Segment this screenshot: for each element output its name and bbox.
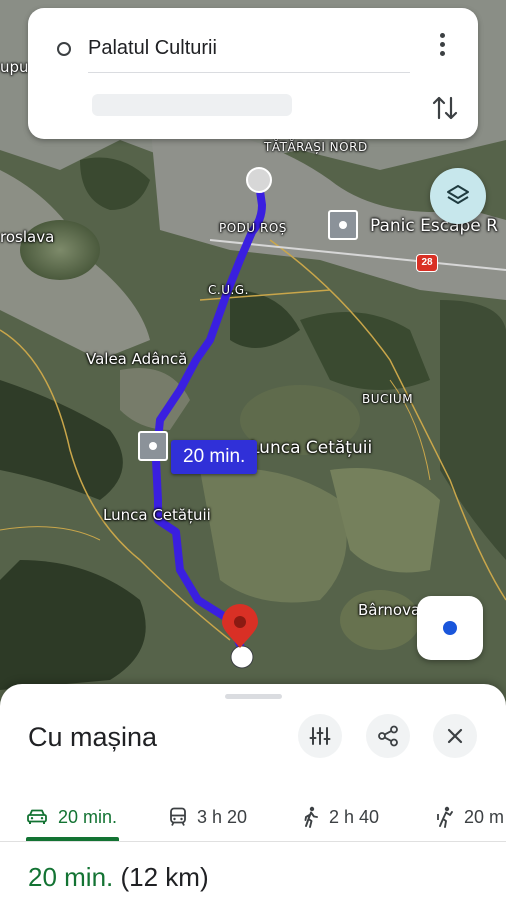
poi-panic-escape-icon[interactable] xyxy=(328,210,358,240)
tab-walking-label: 2 h 40 xyxy=(329,806,380,827)
layers-icon xyxy=(447,185,469,204)
more-options-button[interactable] xyxy=(430,26,454,62)
route-options-button[interactable] xyxy=(298,714,342,758)
map-label-panic-escape[interactable]: Panic Escape R xyxy=(370,216,498,236)
close-button[interactable] xyxy=(433,714,477,758)
walk-icon xyxy=(304,806,318,828)
close-icon xyxy=(447,728,463,744)
rideshare-icon xyxy=(437,806,453,828)
tab-transit-label: 3 h 20 xyxy=(197,806,248,827)
dot-icon xyxy=(439,50,445,56)
dot-icon xyxy=(439,32,445,38)
map-label-podu-ros: PODU ROȘ xyxy=(219,221,287,235)
sheet-title: Cu mașina xyxy=(28,722,158,752)
poi-lunca-cetatuii-icon[interactable] xyxy=(138,431,168,461)
dot-icon xyxy=(439,41,445,47)
sliders-icon xyxy=(309,727,331,745)
transit-icon xyxy=(170,807,186,826)
active-tab-indicator xyxy=(26,837,119,841)
route-duration: 20 min. xyxy=(28,862,114,892)
map-label-roslava: roslava xyxy=(0,228,55,246)
sheet-drag-handle[interactable] xyxy=(225,694,282,699)
share-icon xyxy=(378,725,398,747)
directions-sheet: Cu mașina 20 min. 3 h 20 2 h 40 20 m 20 … xyxy=(0,684,506,900)
travel-mode-tabs: 20 min. 3 h 20 2 h 40 20 m xyxy=(0,792,506,842)
origin-field[interactable]: Palatul Culturii xyxy=(88,37,217,60)
layers-button[interactable] xyxy=(430,168,486,224)
share-button[interactable] xyxy=(366,714,410,758)
tab-rideshare-label: 20 m xyxy=(464,806,505,827)
map-label-barnova: Bârnova xyxy=(358,601,421,619)
map-label-tatarasi: TĂTĂRAȘI NORD xyxy=(264,140,368,154)
destination-circle xyxy=(230,645,254,669)
tab-driving-label: 20 min. xyxy=(58,806,118,827)
map-label-lunca-cetatuii-east[interactable]: Lunca Cetățuii xyxy=(250,438,372,458)
swap-icon xyxy=(432,96,458,120)
tab-transit[interactable]: 3 h 20 xyxy=(169,792,247,842)
directions-card: Palatul Culturii xyxy=(28,8,478,139)
tab-rideshare[interactable]: 20 m xyxy=(436,792,504,842)
road-number-badge: 28 xyxy=(416,254,438,272)
location-dot-icon xyxy=(443,621,457,635)
swap-directions-button[interactable] xyxy=(430,92,460,124)
tab-driving[interactable]: 20 min. xyxy=(26,792,117,842)
map-label-lunca-cetatuii-west: Lunca Cetățuii xyxy=(103,506,211,524)
tab-walking[interactable]: 2 h 40 xyxy=(303,792,379,842)
map-label-upu: upu xyxy=(0,58,29,76)
origin-circle-icon xyxy=(57,42,71,56)
route-eta-bubble[interactable]: 20 min. xyxy=(171,440,258,474)
car-icon xyxy=(27,809,47,824)
field-divider xyxy=(88,72,410,73)
map-label-bucium: BUCIUM xyxy=(362,392,414,406)
map-label-cug: C.U.G. xyxy=(208,283,249,297)
my-location-button[interactable] xyxy=(417,596,483,660)
map-label-valea-adanca: Valea Adâncă xyxy=(86,350,188,368)
destination-field[interactable] xyxy=(92,94,292,116)
route-summary: 20 min. (12 km) xyxy=(28,862,209,893)
route-distance: (12 km) xyxy=(120,862,209,892)
origin-marker xyxy=(246,167,272,193)
